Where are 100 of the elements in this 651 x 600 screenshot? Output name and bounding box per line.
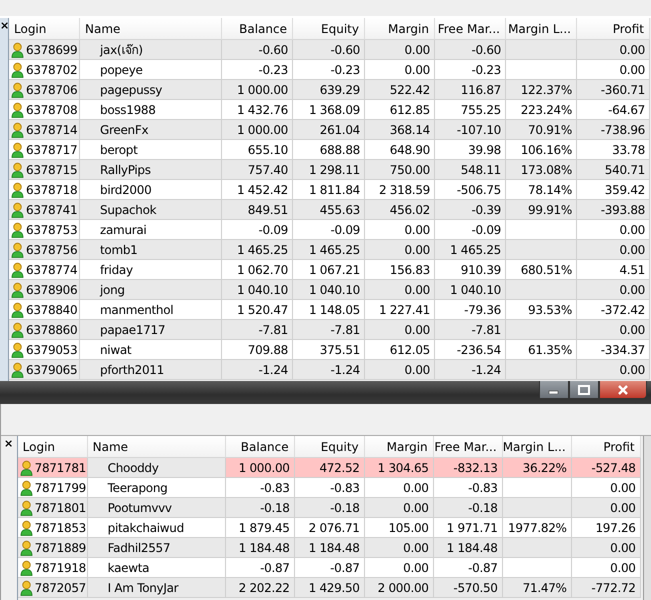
login-text: 6378741 (26, 202, 78, 216)
user-icon (11, 102, 24, 118)
table-cell: boss1988 (80, 100, 222, 120)
table-cell: -360.71 (577, 80, 650, 100)
table-cell: -0.23 (222, 60, 293, 80)
table-cell: 1 040.10 (222, 280, 293, 300)
column-header[interactable]: Free Mar... (434, 436, 503, 458)
table-cell: 33.78 (577, 140, 650, 160)
user-icon (11, 162, 24, 178)
table-cell: 1 184.48 (434, 538, 503, 558)
user-icon (11, 222, 24, 238)
login-text: 7871889 (34, 540, 86, 554)
table-cell: 70.91% (506, 120, 577, 140)
column-header[interactable]: Equity (293, 18, 365, 40)
table-cell: 156.83 (365, 260, 435, 280)
column-header[interactable]: Margin (365, 18, 435, 40)
table-cell (506, 280, 577, 300)
table-cell: 1 184.48 (226, 538, 295, 558)
column-header[interactable]: Name (80, 18, 222, 40)
table-cell: 0.00 (364, 498, 434, 518)
login-text: 6378718 (26, 182, 78, 196)
table-cell: 368.14 (365, 120, 435, 140)
table-cell: 99.91% (506, 200, 577, 220)
table-cell: 0.00 (572, 538, 641, 558)
table-cell: pforth2011 (80, 360, 222, 380)
table-cell: -7.81 (435, 320, 506, 340)
close-button[interactable] (599, 381, 647, 399)
column-header[interactable]: Balance (226, 436, 295, 458)
table-cell: Chooddy (88, 458, 226, 478)
user-icon (20, 580, 33, 596)
table-cell: 106.16% (506, 140, 577, 160)
column-header[interactable]: Profit (572, 436, 641, 458)
table-cell: 105.00 (364, 518, 434, 538)
table-cell: -527.48 (572, 458, 641, 478)
close-icon[interactable]: × (4, 438, 14, 450)
table-cell: 1 811.84 (293, 180, 365, 200)
close-icon[interactable]: × (0, 20, 10, 32)
login-text: 6378860 (26, 322, 78, 336)
column-header[interactable]: Balance (222, 18, 293, 40)
column-header[interactable]: Margin L... (502, 436, 572, 458)
table-cell: 612.85 (365, 100, 435, 120)
column-header[interactable]: Margin (364, 436, 434, 458)
column-header[interactable]: Margin L... (506, 18, 577, 40)
login-text: 7871781 (34, 460, 86, 474)
table-cell: 93.53% (506, 300, 577, 320)
table-cell: -0.39 (435, 200, 506, 220)
table-cell: -0.18 (294, 498, 365, 518)
column-header[interactable]: Equity (294, 436, 365, 458)
table-cell: 0.00 (572, 478, 641, 498)
column-header[interactable]: Profit (577, 18, 650, 40)
table-cell: 1 000.00 (222, 120, 293, 140)
user-icon (11, 182, 24, 198)
user-icon (11, 282, 24, 298)
user-icon (20, 460, 33, 476)
table-cell (502, 558, 572, 578)
column-header[interactable]: Name (88, 436, 226, 458)
user-icon (11, 262, 24, 278)
login-text: 7871799 (34, 480, 86, 494)
table-cell: 655.10 (222, 140, 293, 160)
table-cell: 750.00 (365, 160, 435, 180)
table-cell: -1.24 (222, 360, 293, 380)
table-cell: 1 368.09 (293, 100, 365, 120)
user-icon (11, 42, 24, 58)
user-icon (20, 480, 33, 496)
table-cell: 0.00 (365, 40, 435, 60)
user-icon (11, 302, 24, 318)
close-icon (617, 384, 629, 394)
scrollbar[interactable] (642, 436, 651, 600)
table-cell: -64.67 (577, 100, 650, 120)
table-cell: -0.87 (434, 558, 503, 578)
maximize-button[interactable] (569, 381, 599, 399)
table-cell: -7.81 (222, 320, 293, 340)
login-text: 6378906 (26, 282, 78, 296)
table-cell: beropt (80, 140, 222, 160)
table-cell: 1 298.11 (293, 160, 365, 180)
login-text: 6378756 (26, 242, 78, 256)
table-cell: 639.29 (293, 80, 365, 100)
login-text: 6378840 (26, 302, 78, 316)
column-header[interactable]: Login (9, 18, 80, 40)
table-cell: -0.09 (435, 220, 506, 240)
table-cell: -0.87 (294, 558, 365, 578)
minimize-button[interactable] (539, 381, 569, 399)
table-cell: 1 879.45 (226, 518, 295, 538)
login-text: 6378714 (26, 122, 78, 136)
table-cell: -0.60 (222, 40, 293, 60)
table-cell: 61.35% (506, 340, 577, 360)
column-header[interactable]: Login (18, 436, 88, 458)
user-icon (11, 362, 24, 378)
table-cell: 1 067.21 (293, 260, 365, 280)
table-cell: 548.11 (435, 160, 506, 180)
table-cell: 261.04 (293, 120, 365, 140)
table-cell: 755.25 (435, 100, 506, 120)
table-cell: 1 040.10 (293, 280, 365, 300)
table-cell: -0.23 (293, 60, 365, 80)
table-cell: 709.88 (222, 340, 293, 360)
table-cell (506, 220, 577, 240)
table-cell: 39.98 (435, 140, 506, 160)
user-icon (11, 342, 24, 358)
column-header[interactable]: Free Mar... (435, 18, 506, 40)
login-text: 6378717 (26, 142, 78, 156)
